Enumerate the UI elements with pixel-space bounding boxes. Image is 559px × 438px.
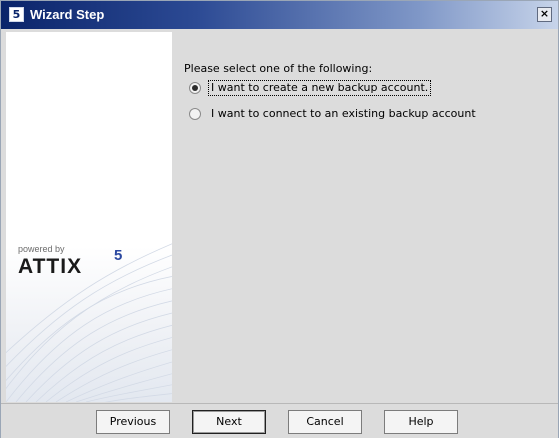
radio-connect-account[interactable] xyxy=(189,108,201,120)
wizard-window: 5 Wizard Step × powered by ATTIX 5 Pleas… xyxy=(0,0,559,438)
logo-superscript: 5 xyxy=(114,247,124,264)
powered-by-label: powered by xyxy=(18,244,65,254)
logo-text: ATTIX xyxy=(18,255,83,278)
attix5-logo: powered by ATTIX 5 xyxy=(18,244,122,278)
close-button[interactable]: × xyxy=(537,7,552,22)
wave-pattern-decoration xyxy=(6,243,172,402)
branding-panel: powered by ATTIX 5 xyxy=(6,32,172,402)
option-connect-account[interactable]: I want to connect to an existing backup … xyxy=(189,106,478,122)
app-icon: 5 xyxy=(9,7,24,22)
option-create-account-label[interactable]: I want to create a new backup account. xyxy=(207,80,432,96)
option-connect-account-label[interactable]: I want to connect to an existing backup … xyxy=(209,107,478,121)
window-title: Wizard Step xyxy=(30,7,105,22)
radio-create-account[interactable] xyxy=(189,82,201,94)
next-button[interactable]: Next xyxy=(192,410,266,434)
logo-wordmark: ATTIX 5 xyxy=(18,248,122,278)
button-bar: Previous Next Cancel Help xyxy=(1,403,558,438)
help-button[interactable]: Help xyxy=(384,410,458,434)
previous-button[interactable]: Previous xyxy=(96,410,170,434)
title-bar[interactable]: 5 Wizard Step × xyxy=(1,1,558,29)
cancel-button[interactable]: Cancel xyxy=(288,410,362,434)
selection-prompt: Please select one of the following: xyxy=(184,62,373,75)
wizard-content: Please select one of the following: I wa… xyxy=(172,32,555,402)
option-create-account[interactable]: I want to create a new backup account. xyxy=(189,80,432,96)
